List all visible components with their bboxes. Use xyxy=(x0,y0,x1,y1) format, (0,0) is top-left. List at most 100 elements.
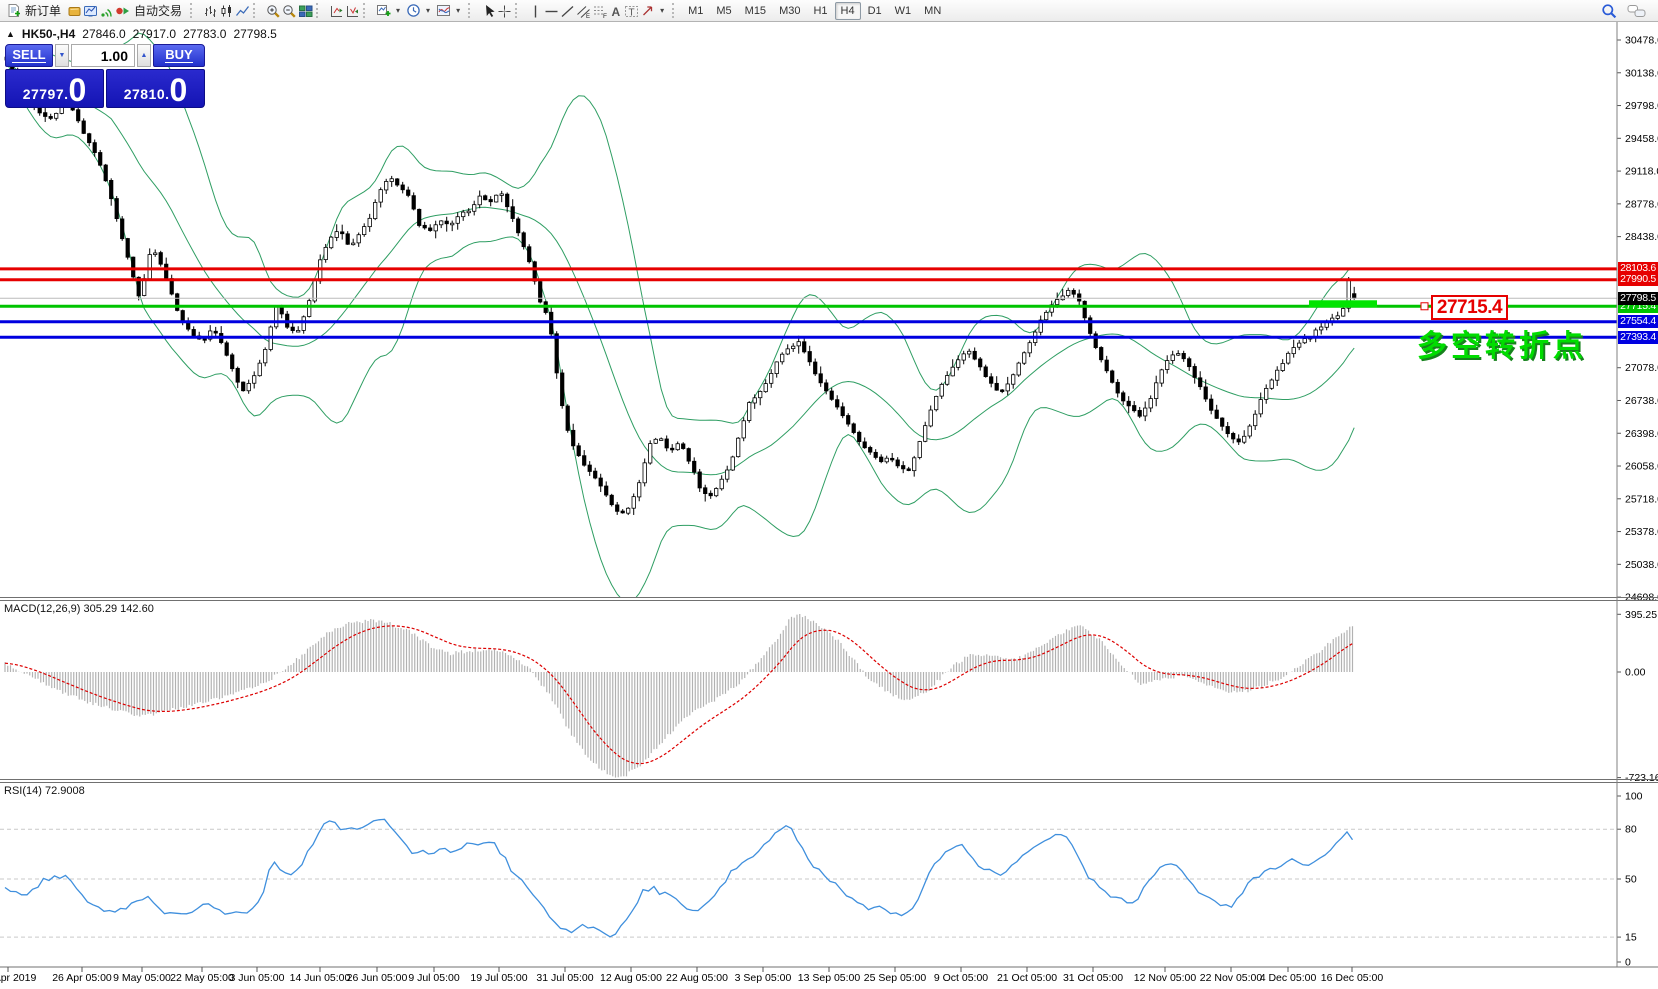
ohlc-close: 27798.5 xyxy=(233,27,276,41)
timeframe-button-M5[interactable]: M5 xyxy=(710,2,737,20)
autotrading-button[interactable]: 自动交易 xyxy=(112,1,185,20)
svg-text:26398.0: 26398.0 xyxy=(1625,428,1658,440)
collapse-trade-panel-icon[interactable]: ▲ xyxy=(6,29,15,39)
trend-line-icon[interactable] xyxy=(557,3,573,18)
svg-text:31 Jul 05:00: 31 Jul 05:00 xyxy=(536,972,593,984)
price-panel xyxy=(0,33,1617,602)
timeframe-button-MN[interactable]: MN xyxy=(918,2,947,20)
candlesticks xyxy=(5,54,1356,515)
new-order-label: 新订单 xyxy=(25,2,61,19)
new-order-button[interactable]: 新订单 xyxy=(3,1,64,20)
timeframe-button-W1[interactable]: W1 xyxy=(889,2,918,20)
dropdown-arrow-icon: ▾ xyxy=(396,6,400,15)
timeframe-button-H4[interactable]: H4 xyxy=(835,2,861,20)
toolbar-grip xyxy=(515,3,521,18)
price-callout-box[interactable]: 27715.4 xyxy=(1431,295,1508,320)
macd-label: MACD(12,26,9) 305.29 142.60 xyxy=(4,603,154,615)
svg-text:26 Jun 05:00: 26 Jun 05:00 xyxy=(347,972,408,984)
zoom-out-icon[interactable] xyxy=(279,3,295,18)
horizontal-line-icon[interactable] xyxy=(541,3,557,18)
chart-bars-icon[interactable] xyxy=(200,3,216,18)
periods-button[interactable]: ▾ xyxy=(403,1,433,20)
indicator-window-prev-icon[interactable] xyxy=(342,3,358,18)
volume-input[interactable] xyxy=(71,44,135,67)
indicator-window-next-icon[interactable] xyxy=(326,3,342,18)
mt4-window: 新订单 自动交易 xyxy=(0,0,1658,989)
chart-symbol-period: HK50-,H4 xyxy=(22,27,75,41)
svg-text:27078.0: 27078.0 xyxy=(1625,362,1658,374)
toolbar-grip xyxy=(363,3,369,18)
crosshair-icon[interactable] xyxy=(494,3,510,18)
add-indicator-button[interactable]: ▾ xyxy=(373,1,403,20)
clock-icon xyxy=(406,3,422,18)
svg-text:31 Oct 05:00: 31 Oct 05:00 xyxy=(1063,972,1123,984)
dropdown-arrow-icon: ▾ xyxy=(426,6,430,15)
template-button[interactable]: ▾ xyxy=(433,1,463,20)
svg-text:4 Dec 05:00: 4 Dec 05:00 xyxy=(1260,972,1317,984)
buy-price-display[interactable]: 27810. 0 xyxy=(106,69,205,108)
text-label-icon[interactable]: T xyxy=(621,3,637,18)
rsi-panel xyxy=(0,819,1617,937)
volume-decrease-button[interactable]: ▼ xyxy=(55,44,69,67)
svg-text:9 Jul 05:00: 9 Jul 05:00 xyxy=(408,972,460,984)
svg-text:100: 100 xyxy=(1625,791,1643,803)
signal-icon[interactable] xyxy=(96,3,112,18)
toolbar-grip xyxy=(190,3,196,18)
axis-price-label: 27990.5 xyxy=(1618,273,1658,286)
sell-price-display[interactable]: 27797. 0 xyxy=(5,69,104,108)
fibonacci-icon[interactable]: F xyxy=(589,3,605,18)
chart-header: ▲ HK50-,H4 27846.0 27917.0 27783.0 27798… xyxy=(6,27,277,41)
autotrading-icon xyxy=(115,3,131,18)
pivot-annotation-text[interactable]: 多空转折点 xyxy=(1417,321,1587,365)
rsi-label: RSI(14) 72.9008 xyxy=(4,785,85,797)
svg-text:29798.0: 29798.0 xyxy=(1625,100,1658,112)
dropdown-arrow-icon: ▾ xyxy=(456,6,460,15)
toolbar-grip xyxy=(672,3,678,18)
chart-canvas[interactable]: 30478.030138.029798.029458.029118.028778… xyxy=(0,22,1658,989)
toolbar-right xyxy=(1601,3,1655,18)
autotrading-label: 自动交易 xyxy=(134,2,182,19)
svg-text:13 Sep 05:00: 13 Sep 05:00 xyxy=(798,972,861,984)
svg-text:30478.0: 30478.0 xyxy=(1625,35,1658,47)
svg-text:19 Jul 05:00: 19 Jul 05:00 xyxy=(470,972,527,984)
svg-text:3 Sep 05:00: 3 Sep 05:00 xyxy=(735,972,792,984)
svg-text:25718.0: 25718.0 xyxy=(1625,493,1658,505)
rsi-line xyxy=(5,819,1353,937)
timeframe-button-M15[interactable]: M15 xyxy=(739,2,772,20)
chart-line-icon[interactable] xyxy=(232,3,248,18)
volume-increase-button[interactable]: ▲ xyxy=(137,44,151,67)
vertical-line-icon[interactable] xyxy=(525,3,541,18)
arrows-button[interactable]: ▾ xyxy=(637,1,667,20)
timeframe-button-H1[interactable]: H1 xyxy=(807,2,833,20)
svg-text:12 Nov 05:00: 12 Nov 05:00 xyxy=(1134,972,1197,984)
search-icon[interactable] xyxy=(1601,3,1617,18)
timeframe-button-M30[interactable]: M30 xyxy=(773,2,806,20)
tile-windows-icon[interactable] xyxy=(295,3,311,18)
toolbar-grip xyxy=(316,3,322,18)
chart-template-icon xyxy=(436,3,452,18)
chart-candles-icon[interactable] xyxy=(216,3,232,18)
chat-icon[interactable] xyxy=(1627,3,1643,18)
axis-price-label: 27554.4 xyxy=(1618,315,1658,328)
timeframe-group: M1M5M15M30H1H4D1W1MN xyxy=(682,2,947,20)
equidistant-channel-icon[interactable]: E xyxy=(573,3,589,18)
gold-box-icon[interactable] xyxy=(64,3,80,18)
zoom-in-icon[interactable] xyxy=(263,3,279,18)
line-handle[interactable] xyxy=(1421,303,1428,310)
buy-button[interactable]: BUY xyxy=(153,44,205,67)
buy-price-big-digit: 0 xyxy=(170,77,188,104)
svg-text:9 May 05:00: 9 May 05:00 xyxy=(113,972,171,984)
svg-text:22 Aug 05:00: 22 Aug 05:00 xyxy=(666,972,728,984)
cursor-icon[interactable] xyxy=(478,3,494,18)
sell-price-big-digit: 0 xyxy=(69,77,87,104)
timeframe-button-D1[interactable]: D1 xyxy=(862,2,888,20)
sell-button[interactable]: SELL xyxy=(5,44,53,67)
bollinger-band-up xyxy=(7,33,1355,423)
text-icon[interactable]: A xyxy=(605,3,621,18)
svg-text:26738.0: 26738.0 xyxy=(1625,395,1658,407)
charts-monitor-icon[interactable] xyxy=(80,3,96,18)
highlight-bar[interactable] xyxy=(1309,300,1377,307)
dropdown-arrow-icon: ▾ xyxy=(660,6,664,15)
timeframe-button-M1[interactable]: M1 xyxy=(682,2,709,20)
svg-text:25378.0: 25378.0 xyxy=(1625,526,1658,538)
